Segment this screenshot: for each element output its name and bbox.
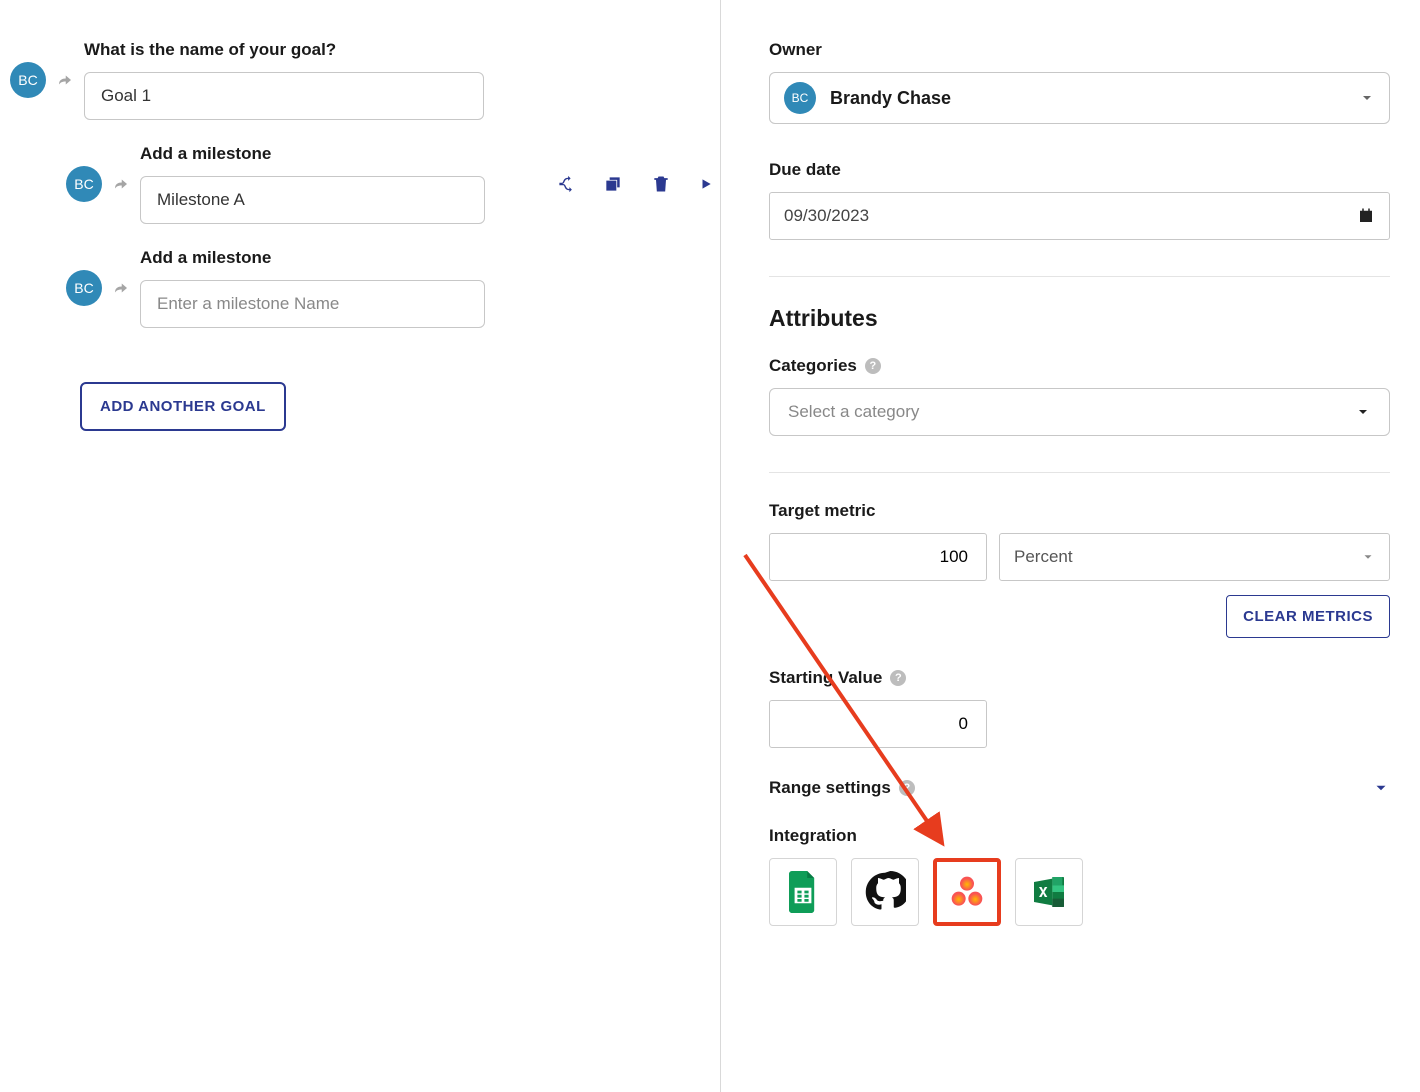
github-icon [864,871,906,913]
owner-select[interactable]: BC Brandy Chase [769,72,1390,124]
categories-label: Categories [769,356,857,376]
starting-value-label: Starting Value [769,668,882,688]
integration-excel[interactable] [1015,858,1083,926]
clear-metrics-button[interactable]: CLEAR METRICS [1226,595,1390,638]
goal-name-input[interactable] [84,72,484,120]
due-date-label: Due date [769,160,1390,180]
owner-avatar: BC [10,62,46,98]
milestone-label: Add a milestone [140,144,485,164]
add-another-goal-button[interactable]: ADD ANOTHER GOAL [80,382,286,431]
arrow-right-icon [56,71,74,89]
starting-value-input[interactable] [769,700,987,748]
milestone-label: Add a milestone [140,248,485,268]
play-icon[interactable] [699,177,713,191]
chevron-down-icon[interactable] [1372,779,1390,797]
target-metric-unit: Percent [1014,547,1073,567]
integration-google-sheets[interactable] [769,858,837,926]
target-metric-unit-select[interactable]: Percent [999,533,1390,581]
target-metric-value-input[interactable] [769,533,987,581]
copy-icon[interactable] [603,174,623,194]
categories-placeholder: Select a category [788,402,919,422]
help-icon[interactable]: ? [890,670,906,686]
arrow-right-icon [112,279,130,297]
owner-label: Owner [769,40,1390,60]
calendar-icon [1357,207,1375,225]
milestone-name-input[interactable] [140,280,485,328]
due-date-input[interactable]: 09/30/2023 [769,192,1390,240]
integration-github[interactable] [851,858,919,926]
asana-icon [947,872,987,912]
trash-icon[interactable] [651,174,671,194]
google-sheets-icon [786,871,820,913]
integration-label: Integration [769,826,1390,846]
help-icon[interactable]: ? [865,358,881,374]
due-date-value: 09/30/2023 [784,206,869,226]
range-settings-label: Range settings [769,778,891,798]
chevron-down-icon [1359,90,1375,106]
excel-icon [1029,872,1069,912]
integration-asana[interactable] [933,858,1001,926]
owner-name: Brandy Chase [830,88,1345,109]
attributes-title: Attributes [769,305,1390,332]
owner-avatar: BC [66,166,102,202]
branch-icon[interactable] [555,174,575,194]
arrow-right-icon [112,175,130,193]
milestone-name-input[interactable] [140,176,485,224]
chevron-down-icon [1355,404,1371,420]
goal-name-label: What is the name of your goal? [84,40,484,60]
target-metric-label: Target metric [769,501,1390,521]
chevron-down-icon [1361,550,1375,564]
categories-select[interactable]: Select a category [769,388,1390,436]
owner-avatar: BC [784,82,816,114]
owner-avatar: BC [66,270,102,306]
help-icon[interactable]: ? [899,780,915,796]
